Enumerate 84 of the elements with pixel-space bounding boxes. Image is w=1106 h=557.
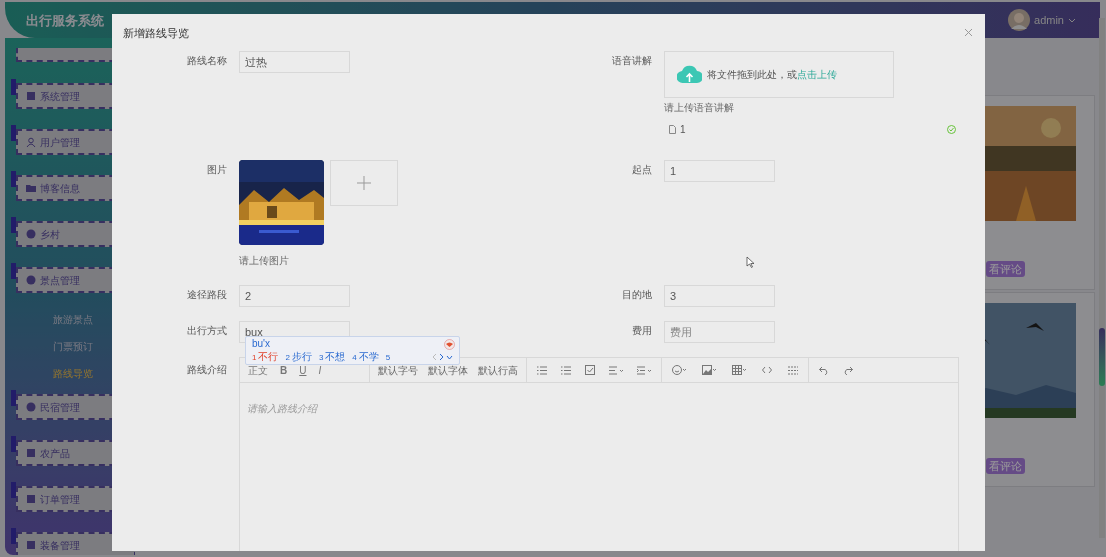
upload-hint: 请上传图片 bbox=[239, 254, 289, 268]
input-field[interactable]: 费用 bbox=[664, 321, 775, 343]
sidebar-label: 民宿管理 bbox=[40, 400, 80, 415]
scrollbar-thumb[interactable] bbox=[1099, 328, 1105, 386]
file-icon bbox=[669, 124, 676, 134]
folder-icon bbox=[26, 183, 36, 193]
upload-link[interactable]: 点击上传 bbox=[797, 67, 837, 82]
bullet-list-icon[interactable] bbox=[537, 365, 548, 375]
menu-marker bbox=[11, 528, 16, 544]
caret-icon[interactable] bbox=[1068, 16, 1076, 24]
field-label: 途径路段 bbox=[186, 288, 227, 302]
menu-marker bbox=[11, 390, 16, 406]
circle-icon bbox=[26, 402, 36, 412]
sidebar-label: 农产品 bbox=[40, 446, 70, 461]
image-icon[interactable] bbox=[702, 365, 717, 375]
code-icon[interactable] bbox=[762, 366, 773, 374]
user-name[interactable]: admin bbox=[1034, 11, 1064, 29]
close-icon[interactable] bbox=[964, 28, 973, 37]
field-label: 路线介绍 bbox=[186, 363, 227, 377]
ime-skin-icon[interactable] bbox=[444, 339, 455, 350]
square-icon bbox=[26, 91, 36, 101]
upload-instruction: 将文件拖到此处，或 bbox=[707, 68, 797, 82]
scrollbar[interactable] bbox=[1099, 18, 1105, 538]
app-title: 出行服务系统 bbox=[26, 12, 104, 30]
upload-dropzone[interactable]: 将文件拖到此处，或点击上传 bbox=[664, 51, 894, 98]
sidebar-label: 订单管理 bbox=[40, 492, 80, 507]
toolbar-button[interactable]: 正文 bbox=[248, 362, 268, 378]
toolbar-button[interactable]: I bbox=[318, 362, 322, 378]
field-label: 图片 bbox=[206, 163, 227, 177]
field-label: 出行方式 bbox=[186, 324, 227, 338]
field-label: 语音讲解 bbox=[611, 54, 652, 68]
divider-icon[interactable] bbox=[788, 365, 799, 375]
field-label: 费用 bbox=[631, 324, 652, 338]
menu-marker bbox=[11, 125, 16, 141]
file-name[interactable]: 1 bbox=[680, 121, 686, 137]
table-icon[interactable] bbox=[732, 365, 747, 375]
input-field[interactable]: 过热 bbox=[239, 51, 350, 73]
upload-hint: 请上传语音讲解 bbox=[664, 101, 734, 115]
undo-icon[interactable] bbox=[819, 365, 830, 375]
menu-marker bbox=[11, 79, 16, 95]
checkbox-list-icon[interactable] bbox=[585, 365, 596, 375]
cursor-icon bbox=[746, 256, 755, 268]
comments-button[interactable]: 看评论 bbox=[986, 261, 1025, 277]
comments-button[interactable]: 看评论 bbox=[986, 458, 1025, 474]
next-page-icon[interactable] bbox=[439, 353, 444, 361]
field-label: 目的地 bbox=[621, 288, 652, 302]
input-field[interactable]: 3 bbox=[664, 285, 775, 307]
field-label: 路线名称 bbox=[186, 54, 227, 68]
square-icon bbox=[26, 540, 36, 550]
circle-icon bbox=[26, 275, 36, 285]
toolbar-button[interactable]: U bbox=[299, 362, 307, 378]
menu-marker bbox=[11, 263, 16, 279]
plus-icon bbox=[357, 176, 371, 190]
menu-marker bbox=[11, 217, 16, 233]
upload-cloud-icon bbox=[677, 65, 702, 84]
editor-placeholder: 请输入路线介绍 bbox=[247, 403, 317, 414]
field-label: 起点 bbox=[631, 163, 652, 177]
menu-marker bbox=[11, 171, 16, 187]
square-icon bbox=[26, 494, 36, 504]
sidebar-label: 景点管理 bbox=[40, 273, 80, 288]
sidebar-label: 系统管理 bbox=[40, 89, 80, 104]
toolbar-dropdown[interactable]: 默认字号 bbox=[378, 362, 419, 378]
avatar-icon[interactable] bbox=[1008, 9, 1031, 31]
square-icon bbox=[26, 448, 36, 458]
sidebar-label: 装备管理 bbox=[40, 538, 80, 553]
toolbar-button[interactable]: B bbox=[280, 362, 288, 378]
indent-icon[interactable] bbox=[637, 365, 652, 375]
person-icon bbox=[26, 137, 36, 147]
menu-marker bbox=[11, 436, 16, 452]
dialog-title: 新增路线导览 bbox=[123, 26, 189, 41]
redo-icon[interactable] bbox=[843, 365, 854, 375]
menu-marker bbox=[11, 482, 16, 498]
toolbar-dropdown[interactable]: 默认字体 bbox=[428, 362, 469, 378]
input-field[interactable]: 2 bbox=[239, 285, 350, 307]
sidebar-label: 用户管理 bbox=[40, 135, 80, 150]
circle-icon bbox=[26, 229, 36, 239]
input-field[interactable]: 1 bbox=[664, 160, 775, 182]
sidebar-label: 乡村 bbox=[40, 227, 60, 242]
numbered-list-icon[interactable] bbox=[561, 365, 572, 375]
expand-icon[interactable] bbox=[446, 354, 453, 360]
align-icon[interactable] bbox=[609, 365, 624, 375]
toolbar-dropdown[interactable]: 默认行高 bbox=[478, 362, 519, 378]
sidebar-label: 博客信息 bbox=[40, 181, 80, 196]
emoji-icon[interactable] bbox=[672, 365, 687, 375]
